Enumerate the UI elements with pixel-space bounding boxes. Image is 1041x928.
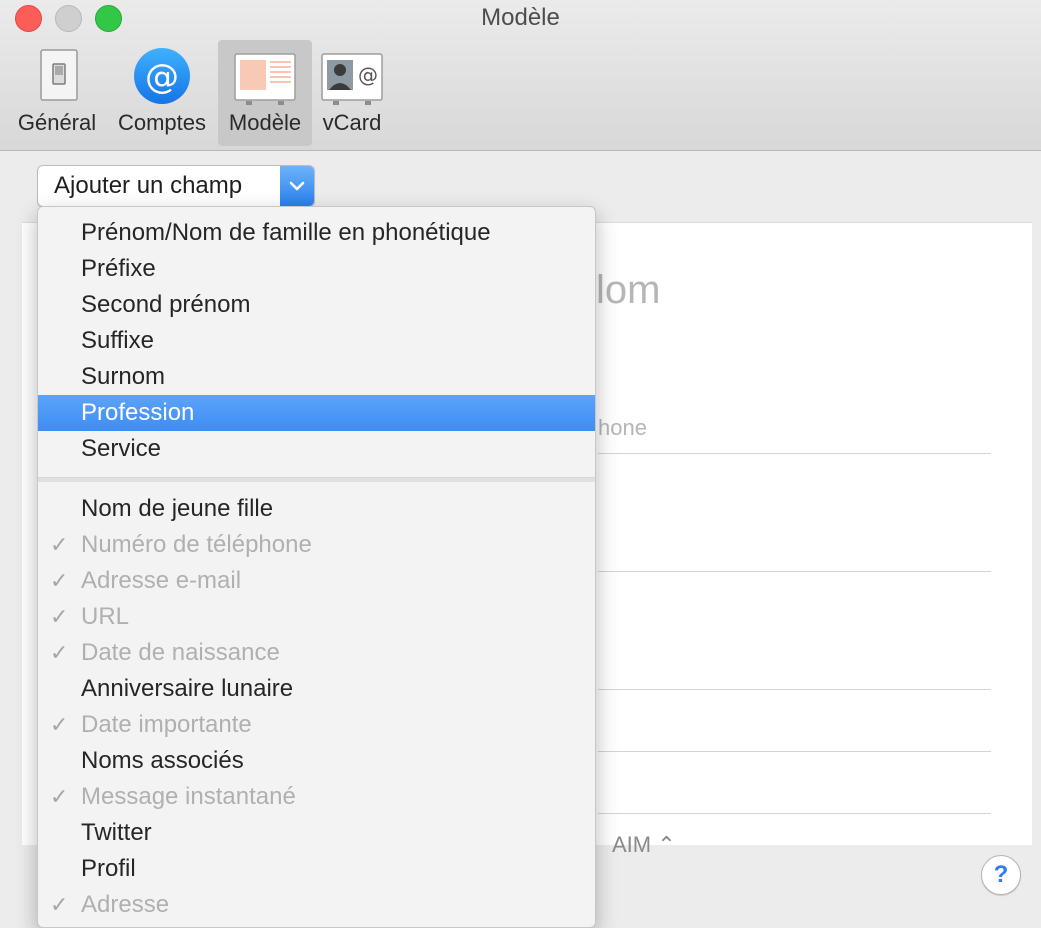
menu-item[interactable]: Second prénom: [38, 287, 595, 323]
checkmark-icon: ✓: [50, 712, 69, 737]
vcard-icon: @: [321, 53, 383, 105]
menu-item[interactable]: Surnom: [38, 359, 595, 395]
checkmark-icon: ✓: [50, 568, 69, 593]
add-field-popup-button[interactable]: Ajouter un champ: [37, 165, 315, 207]
help-button[interactable]: ?: [981, 855, 1021, 895]
checkmark-icon: ✓: [50, 640, 69, 665]
field-divider: [598, 571, 991, 572]
toolbar-label-comptes: Comptes: [117, 110, 207, 135]
add-field-menu: Prénom/Nom de famille en phonétique Préf…: [37, 206, 596, 928]
checkmark-icon: ✓: [50, 604, 69, 629]
checkmark-icon: ✓: [50, 892, 69, 917]
menu-item[interactable]: Profil: [38, 851, 595, 887]
switch-icon: [40, 49, 78, 101]
menu-item[interactable]: Twitter: [38, 815, 595, 851]
menu-item[interactable]: Nom de jeune fille: [38, 491, 595, 527]
toolbar-label-modele: Modèle: [228, 110, 302, 135]
menu-item-disabled: ✓ Message instantané: [38, 779, 595, 815]
checkmark-icon: ✓: [50, 532, 69, 557]
toolbar-label-vcard: vCard: [322, 110, 382, 135]
toolbar-item-general[interactable]: Général: [14, 40, 100, 146]
menu-item-disabled: ✓ Numéro de téléphone: [38, 527, 595, 563]
menu-item[interactable]: Prénom/Nom de famille en phonétique: [38, 215, 595, 251]
menu-item-disabled: ✓ Adresse: [38, 887, 595, 923]
name-field-placeholder: lom: [596, 268, 661, 312]
menu-item-disabled: ✓ Date de naissance: [38, 635, 595, 671]
menu-item-highlighted[interactable]: Profession: [38, 395, 595, 431]
menu-item[interactable]: Suffixe: [38, 323, 595, 359]
at-icon: @: [134, 48, 190, 104]
menu-item[interactable]: Préfixe: [38, 251, 595, 287]
menu-separator: [38, 477, 595, 482]
menu-item[interactable]: Anniversaire lunaire: [38, 671, 595, 707]
add-field-label: Ajouter un champ: [54, 172, 243, 199]
menu-item-disabled: ✓ Date importante: [38, 707, 595, 743]
field-divider: [598, 453, 991, 454]
checkmark-icon: ✓: [50, 784, 69, 809]
field-divider: [598, 751, 991, 752]
field-divider: [598, 689, 991, 690]
window-titlebar: Modèle Général @ Comptes Modèle @ vCard: [0, 0, 1041, 151]
toolbar-item-modele[interactable]: Modèle: [218, 40, 312, 146]
menu-item[interactable]: Service: [38, 431, 595, 467]
toolbar-item-comptes[interactable]: @ Comptes: [112, 40, 212, 146]
menu-item[interactable]: Noms associés: [38, 743, 595, 779]
svg-text:@: @: [145, 57, 179, 97]
aim-field-label: AIM ⌃: [612, 832, 676, 857]
toolbar-item-vcard[interactable]: @ vCard: [316, 40, 388, 146]
menu-item-disabled: ✓ Adresse e-mail: [38, 563, 595, 599]
chevron-down-icon: [280, 166, 314, 206]
toolbar-label-general: Général: [17, 110, 97, 135]
phone-field-placeholder: hone: [598, 415, 647, 440]
svg-text:@: @: [358, 63, 378, 87]
template-card-icon: [234, 53, 296, 105]
window-title: Modèle: [481, 4, 560, 31]
menu-item-disabled: ✓ URL: [38, 599, 595, 635]
field-divider: [598, 813, 991, 814]
